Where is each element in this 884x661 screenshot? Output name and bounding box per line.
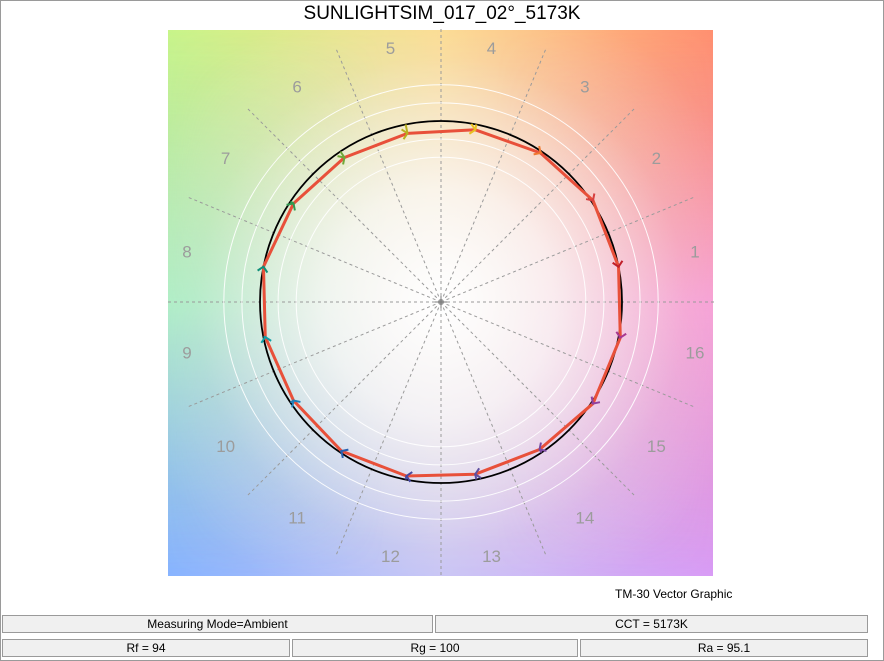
hue-bin-label: 3 bbox=[580, 78, 589, 97]
hue-bin-label: 13 bbox=[482, 547, 501, 566]
hue-bin-label: 15 bbox=[647, 437, 666, 456]
hue-bin-label: 1 bbox=[690, 242, 699, 261]
hue-bin-label: 6 bbox=[292, 78, 301, 97]
hue-bin-label: 2 bbox=[652, 149, 661, 168]
hue-bin-label: 8 bbox=[182, 242, 191, 261]
hue-bin-label: 16 bbox=[686, 344, 705, 363]
hue-bin-label: 7 bbox=[221, 149, 230, 168]
hue-bin-label: 11 bbox=[288, 508, 306, 527]
measuring-mode-field: Measuring Mode=Ambient bbox=[2, 615, 433, 633]
hue-bin-label: 10 bbox=[216, 437, 235, 456]
hue-bin-label: 4 bbox=[487, 39, 496, 58]
hue-bin-label: 14 bbox=[575, 508, 594, 527]
hue-bin-label: 12 bbox=[381, 547, 400, 566]
hue-bin-label: 9 bbox=[182, 344, 191, 363]
cct-field: CCT = 5173K bbox=[435, 615, 868, 633]
hue-bin-label: 5 bbox=[386, 39, 395, 58]
rg-field: Rg = 100 bbox=[292, 639, 578, 657]
tm30-vector-graphic: 123456789101112 13141516 bbox=[168, 29, 714, 576]
chart-caption: TM-30 Vector Graphic bbox=[615, 587, 733, 601]
rf-field: Rf = 94 bbox=[2, 639, 290, 657]
ra-field: Ra = 95.1 bbox=[580, 639, 868, 657]
